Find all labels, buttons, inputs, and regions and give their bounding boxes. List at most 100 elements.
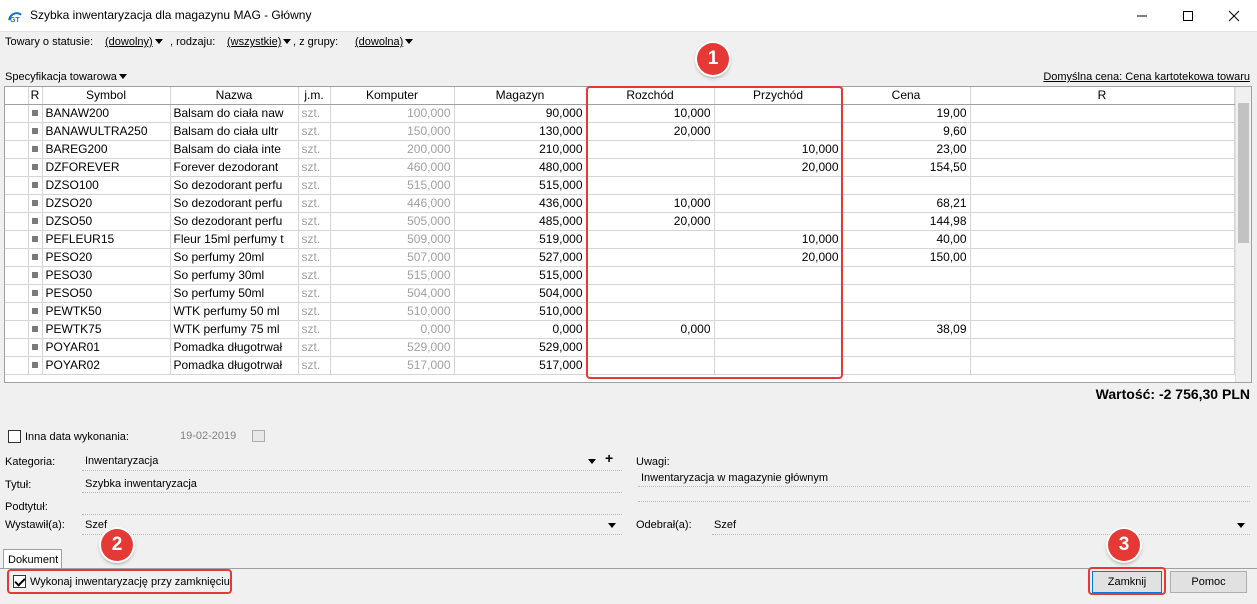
cell-symbol[interactable]: BAREG200: [42, 140, 171, 159]
cell-cena[interactable]: [842, 266, 971, 285]
cell-komputer[interactable]: 200,000: [330, 140, 455, 159]
cell-magazyn[interactable]: 485,000: [454, 212, 587, 231]
spec-menu[interactable]: Specyfikacja towarowa: [5, 71, 127, 83]
cell-symbol[interactable]: PESO30: [42, 266, 171, 285]
cell-nazwa[interactable]: Balsam do ciała naw: [170, 104, 299, 123]
cell-cena[interactable]: 38,09: [842, 320, 971, 339]
cell-magazyn[interactable]: 517,000: [454, 356, 587, 375]
cell-magazyn[interactable]: 529,000: [454, 338, 587, 357]
cell-magazyn[interactable]: 480,000: [454, 158, 587, 177]
cell-komputer[interactable]: 505,000: [330, 212, 455, 231]
cell-jm[interactable]: szt.: [298, 266, 331, 285]
cell-magazyn[interactable]: 519,000: [454, 230, 587, 249]
cell-komputer[interactable]: 507,000: [330, 248, 455, 267]
other-date-checkbox[interactable]: [8, 430, 21, 443]
col-header[interactable]: Nazwa: [170, 87, 299, 105]
cell-jm[interactable]: szt.: [298, 248, 331, 267]
cell-magazyn[interactable]: 130,000: [454, 122, 587, 141]
cell-nazwa[interactable]: So dezodorant perfu: [170, 212, 299, 231]
vertical-scrollbar[interactable]: [1235, 87, 1251, 382]
cell-cena[interactable]: 19,00: [842, 104, 971, 123]
wystawil-dropdown-icon[interactable]: [608, 523, 616, 528]
status-filter-dropdown[interactable]: (dowolny): [105, 36, 163, 48]
uwagi-field[interactable]: Inwentaryzacja w magazynie głównym: [641, 472, 828, 484]
tytul-field[interactable]: Szybka inwentaryzacja: [85, 478, 197, 490]
cell-jm[interactable]: szt.: [298, 194, 331, 213]
cell-magazyn[interactable]: 527,000: [454, 248, 587, 267]
cell-symbol[interactable]: POYAR01: [42, 338, 171, 357]
cell-jm[interactable]: szt.: [298, 212, 331, 231]
group-filter-dropdown[interactable]: (dowolna): [355, 36, 414, 48]
cell-cena[interactable]: [842, 284, 971, 303]
cell-komputer[interactable]: 517,000: [330, 356, 455, 375]
cell-komputer[interactable]: 510,000: [330, 302, 455, 321]
maximize-button[interactable]: [1165, 0, 1211, 32]
close-window-button[interactable]: [1211, 0, 1257, 32]
odebral-dropdown-icon[interactable]: [1237, 523, 1245, 528]
cell-jm[interactable]: szt.: [298, 320, 331, 339]
tab-dokument[interactable]: Dokument: [3, 549, 62, 569]
cell-magazyn[interactable]: 210,000: [454, 140, 587, 159]
col-header[interactable]: R: [970, 87, 1235, 105]
cell-symbol[interactable]: PESO50: [42, 284, 171, 303]
cell-nazwa[interactable]: Balsam do ciała inte: [170, 140, 299, 159]
col-header[interactable]: Magazyn: [454, 87, 587, 105]
minimize-button[interactable]: [1119, 0, 1165, 32]
cell-nazwa[interactable]: Pomadka długotrwał: [170, 338, 299, 357]
wystawil-value[interactable]: Szef: [85, 519, 107, 531]
cell-jm[interactable]: szt.: [298, 302, 331, 321]
cell-komputer[interactable]: 100,000: [330, 104, 455, 123]
cell-cena[interactable]: [842, 338, 971, 357]
cell-magazyn[interactable]: 515,000: [454, 266, 587, 285]
cell-symbol[interactable]: PEWTK50: [42, 302, 171, 321]
cell-symbol[interactable]: DZSO20: [42, 194, 171, 213]
cell-jm[interactable]: szt.: [298, 230, 331, 249]
help-button[interactable]: Pomoc: [1170, 571, 1247, 593]
cell-nazwa[interactable]: Pomadka długotrwał: [170, 356, 299, 375]
cell-magazyn[interactable]: 90,000: [454, 104, 587, 123]
cell-cena[interactable]: [842, 176, 971, 195]
cell-magazyn[interactable]: 504,000: [454, 284, 587, 303]
cell-symbol[interactable]: BANAW200: [42, 104, 171, 123]
cell-nazwa[interactable]: So perfumy 30ml: [170, 266, 299, 285]
col-header[interactable]: R: [28, 87, 43, 105]
cell-cena[interactable]: [842, 302, 971, 321]
scroll-thumb[interactable]: [1238, 103, 1249, 243]
other-date-field[interactable]: 19-02-2019: [180, 430, 236, 442]
cell-nazwa[interactable]: So dezodorant perfu: [170, 194, 299, 213]
odebral-value[interactable]: Szef: [714, 519, 736, 531]
cell-symbol[interactable]: DZFOREVER: [42, 158, 171, 177]
cell-magazyn[interactable]: 510,000: [454, 302, 587, 321]
cell-komputer[interactable]: 529,000: [330, 338, 455, 357]
cell-jm[interactable]: szt.: [298, 104, 331, 123]
cell-symbol[interactable]: PEFLEUR15: [42, 230, 171, 249]
cell-nazwa[interactable]: Balsam do ciała ultr: [170, 122, 299, 141]
cell-symbol[interactable]: PESO20: [42, 248, 171, 267]
cell-cena[interactable]: 68,21: [842, 194, 971, 213]
cell-symbol[interactable]: POYAR02: [42, 356, 171, 375]
cell-symbol[interactable]: PEWTK75: [42, 320, 171, 339]
cell-nazwa[interactable]: So dezodorant perfu: [170, 176, 299, 195]
col-header[interactable]: Symbol: [42, 87, 171, 105]
kategoria-value[interactable]: Inwentaryzacja: [85, 455, 158, 467]
cell-nazwa[interactable]: So perfumy 50ml: [170, 284, 299, 303]
cell-magazyn[interactable]: 436,000: [454, 194, 587, 213]
add-category-button[interactable]: +: [605, 450, 613, 466]
cell-cena[interactable]: [842, 356, 971, 375]
cell-jm[interactable]: szt.: [298, 122, 331, 141]
cell-nazwa[interactable]: Fleur 15ml perfumy t: [170, 230, 299, 249]
cell-komputer[interactable]: 0,000: [330, 320, 455, 339]
calendar-icon[interactable]: [252, 430, 265, 442]
cell-symbol[interactable]: BANAWULTRA250: [42, 122, 171, 141]
cell-nazwa[interactable]: WTK perfumy 50 ml: [170, 302, 299, 321]
cell-magazyn[interactable]: 515,000: [454, 176, 587, 195]
cell-symbol[interactable]: DZSO50: [42, 212, 171, 231]
type-filter-dropdown[interactable]: (wszystkie): [227, 36, 292, 48]
col-header[interactable]: j.m.: [298, 87, 331, 105]
col-header[interactable]: Cena: [842, 87, 971, 105]
cell-komputer[interactable]: 446,000: [330, 194, 455, 213]
cell-magazyn[interactable]: 0,000: [454, 320, 587, 339]
cell-jm[interactable]: szt.: [298, 338, 331, 357]
cell-komputer[interactable]: 515,000: [330, 266, 455, 285]
cell-komputer[interactable]: 460,000: [330, 158, 455, 177]
